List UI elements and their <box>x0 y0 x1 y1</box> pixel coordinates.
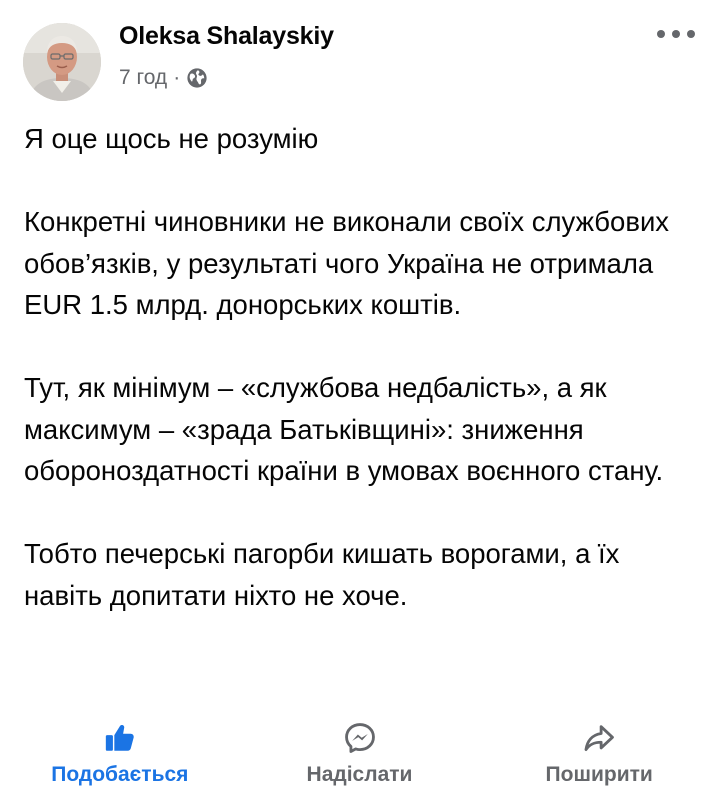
profile-photo <box>23 23 101 101</box>
post-paragraph: Тобто печерські пагорби кишать ворогами,… <box>24 538 620 611</box>
post-text: Я оце щось не розумію Конкретні чиновник… <box>24 118 704 616</box>
like-label: Подобається <box>51 763 189 786</box>
post-paragraph: Конкретні чиновники не виконали своїх сл… <box>24 206 670 320</box>
avatar[interactable] <box>23 23 101 101</box>
more-dot <box>657 30 665 38</box>
meta-separator: · <box>173 66 181 89</box>
send-label: Надіслати <box>306 763 413 786</box>
post-meta: 7 год · <box>119 64 208 92</box>
share-icon <box>584 725 615 752</box>
thumbs-up-icon <box>105 725 134 751</box>
more-options-button[interactable] <box>657 26 695 42</box>
share-label: Поширити <box>545 763 653 786</box>
author-name[interactable]: Oleksa Shalayskiy <box>119 22 334 51</box>
more-dot <box>687 30 695 38</box>
share-button[interactable]: Поширити <box>479 705 719 801</box>
post-time[interactable]: 7 год <box>119 66 167 90</box>
post-paragraph: Тут, як мінімум – «службова недбалість»,… <box>24 372 664 486</box>
more-dot <box>672 30 680 38</box>
messenger-icon <box>344 723 375 753</box>
globe-icon <box>187 68 207 88</box>
post-paragraph: Я оце щось не розумію <box>24 123 319 154</box>
post-actions: Подобається Надіслати Поширити <box>0 705 719 801</box>
post-header: Oleksa Shalayskiy 7 год · <box>0 0 719 110</box>
like-button[interactable]: Подобається <box>0 705 240 801</box>
send-button[interactable]: Надіслати <box>240 705 480 801</box>
